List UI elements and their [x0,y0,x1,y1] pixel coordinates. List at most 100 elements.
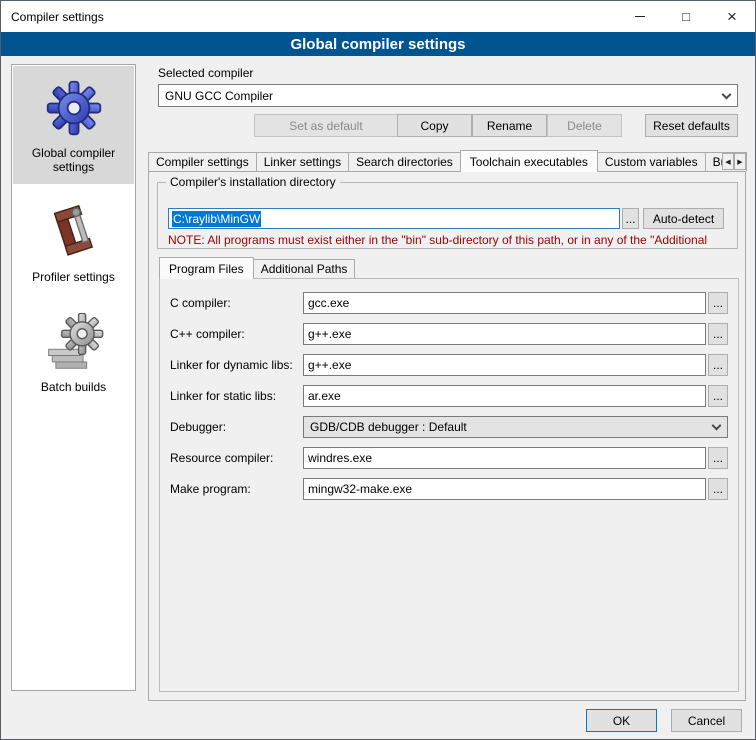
cancel-label: Cancel [688,714,725,728]
note-text: NOTE: All programs must exist either in … [168,233,733,247]
tab-search-directories[interactable]: Search directories [348,152,461,171]
cancel-button[interactable]: Cancel [671,709,742,732]
debugger-value: GDB/CDB debugger : Default [310,420,467,434]
tab-label: Compiler settings [156,155,249,169]
toolchain-subtab-bar: Program Files Additional Paths [159,257,354,278]
field-label: Resource compiler: [170,447,303,469]
set-as-default-button[interactable]: Set as default [254,114,398,137]
compiler-settings-dialog: Compiler settings □ × Global compiler se… [0,0,756,740]
sidebar-item-label: Profiler settings [32,270,115,284]
scroll-right-icon: ▶ [737,158,742,166]
copy-button[interactable]: Copy [397,114,472,137]
ok-label: OK [613,714,630,728]
minimize-icon [635,16,645,17]
minimize-button[interactable] [617,1,663,32]
installation-directory-input[interactable]: C:\raylib\MinGW [168,208,620,229]
ellipsis-icon: ... [713,482,723,496]
titlebar: Compiler settings □ × [1,1,755,32]
ok-button[interactable]: OK [586,709,657,732]
resource-compiler-input[interactable] [303,447,706,469]
tab-scroll-left-button[interactable]: ◀ [722,153,734,170]
browse-dynamic-linker-button[interactable]: ... [708,354,728,376]
subtab-label: Program Files [169,262,244,276]
installation-directory-value: C:\raylib\MinGW [172,211,261,227]
ellipsis-icon: ... [713,296,723,310]
tab-label: Custom variables [605,155,698,169]
tab-toolchain-executables[interactable]: Toolchain executables [460,150,598,172]
dynamic-linker-input[interactable] [303,354,706,376]
field-label: Linker for dynamic libs: [170,354,303,376]
auto-detect-button[interactable]: Auto-detect [643,208,724,229]
browse-cpp-compiler-button[interactable]: ... [708,323,728,345]
field-label: Make program: [170,478,303,500]
installation-directory-groupbox: Compiler's installation directory C:\ray… [157,182,738,249]
field-label: Debugger: [170,416,303,438]
sidebar-item-label: Global compiler settings [17,146,130,174]
close-button[interactable]: × [709,1,755,32]
form-row-c-compiler: C compiler: ... [170,292,728,314]
sidebar-item-batch-builds[interactable]: Batch builds [13,300,134,404]
field-label: C compiler: [170,292,303,314]
form-row-cpp-compiler: C++ compiler: ... [170,323,728,345]
installation-directory-group-title: Compiler's installation directory [166,175,340,189]
subtab-program-files[interactable]: Program Files [159,257,254,279]
tab-compiler-settings[interactable]: Compiler settings [148,152,257,171]
tab-linker-settings[interactable]: Linker settings [256,152,349,171]
debugger-select[interactable]: GDB/CDB debugger : Default [303,416,728,438]
form-row-debugger: Debugger: GDB/CDB debugger : Default [170,416,728,438]
tab-custom-variables[interactable]: Custom variables [597,152,706,171]
chevron-down-icon [712,421,722,431]
field-label: Linker for static libs: [170,385,303,407]
browse-static-linker-button[interactable]: ... [708,385,728,407]
ellipsis-icon: ... [713,389,723,403]
form-row-static-linker: Linker for static libs: ... [170,385,728,407]
scroll-left-icon: ◀ [725,158,730,166]
window-title: Compiler settings [1,10,104,24]
maximize-icon: □ [682,9,690,24]
selected-compiler-label: Selected compiler [158,66,253,80]
rename-button[interactable]: Rename [472,114,547,137]
make-program-input[interactable] [303,478,706,500]
browse-directory-button[interactable]: ... [622,208,639,229]
tab-label: Toolchain executables [470,155,588,169]
dialog-header-title: Global compiler settings [290,36,465,53]
tab-label: Linker settings [264,155,341,169]
settings-tab-bar: Compiler settings Linker settings Search… [148,150,746,171]
form-row-make-program: Make program: ... [170,478,728,500]
tab-scroll-right-button[interactable]: ▶ [734,153,746,170]
ellipsis-icon: ... [625,212,635,226]
ellipsis-icon: ... [713,358,723,372]
maximize-button[interactable]: □ [663,1,709,32]
auto-detect-label: Auto-detect [653,212,714,226]
browse-c-compiler-button[interactable]: ... [708,292,728,314]
sidebar-item-profiler-settings[interactable]: Profiler settings [13,190,134,294]
c-compiler-input[interactable] [303,292,706,314]
selected-compiler-combobox[interactable]: GNU GCC Compiler [158,84,738,107]
reset-defaults-button[interactable]: Reset defaults [645,114,738,137]
browse-make-program-button[interactable]: ... [708,478,728,500]
subtab-additional-paths[interactable]: Additional Paths [253,259,356,278]
caption-buttons: □ × [617,1,755,32]
ellipsis-icon: ... [713,451,723,465]
cpp-compiler-input[interactable] [303,323,706,345]
ellipsis-icon: ... [713,327,723,341]
reset-defaults-label: Reset defaults [653,119,730,133]
delete-button[interactable]: Delete [547,114,622,137]
subtab-label: Additional Paths [261,262,348,276]
browse-resource-compiler-button[interactable]: ... [708,447,728,469]
sidebar-item-global-compiler-settings[interactable]: Global compiler settings [13,66,134,184]
static-linker-input[interactable] [303,385,706,407]
tab-label: Search directories [356,155,453,169]
copy-label: Copy [420,119,448,133]
blue-gear-icon [42,78,106,138]
clamp-icon [42,202,106,262]
set-as-default-label: Set as default [289,119,362,133]
gray-gears-icon [42,312,106,372]
form-row-dynamic-linker: Linker for dynamic libs: ... [170,354,728,376]
toolchain-executables-panel: Compiler's installation directory C:\ray… [148,171,746,701]
field-label: C++ compiler: [170,323,303,345]
delete-label: Delete [567,119,602,133]
settings-category-sidebar: Global compiler settings Profiler settin… [11,64,136,691]
form-row-resource-compiler: Resource compiler: ... [170,447,728,469]
rename-label: Rename [487,119,532,133]
